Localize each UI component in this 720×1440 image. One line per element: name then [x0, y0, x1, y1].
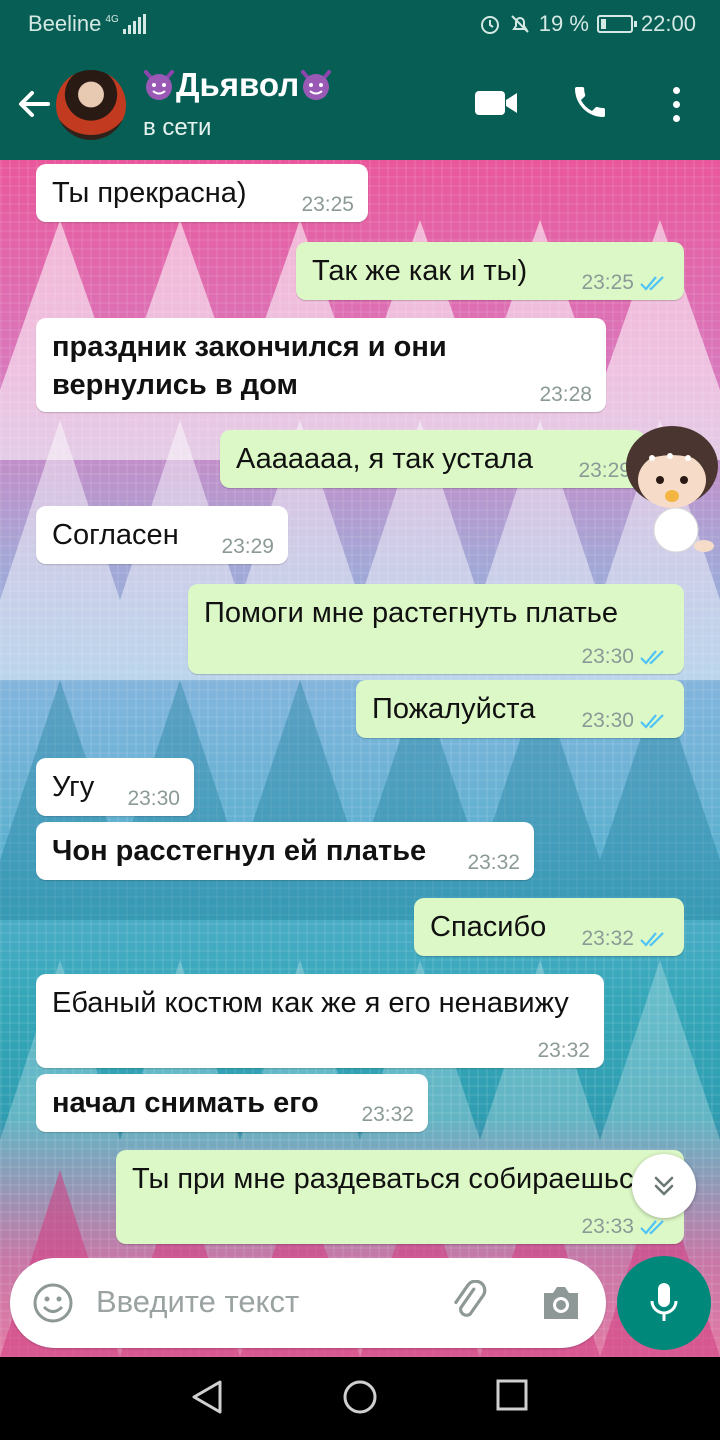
read-receipt-icon [640, 714, 664, 729]
message-time: 23:32 [537, 1039, 590, 1062]
contact-name-row[interactable]: Дьявол [142, 66, 333, 104]
network-type: 4G [105, 14, 119, 25]
message-incoming[interactable]: Ебаный костюм как же я его ненавижу 23:3… [36, 974, 604, 1068]
battery-icon [596, 15, 637, 33]
nav-home-icon[interactable] [342, 1379, 378, 1415]
status-bar: Beeline 4G 19 % 22:00 [0, 0, 720, 48]
contact-status: в сети [143, 114, 212, 141]
message-time: 23:32 [581, 928, 670, 950]
message-time: 23:25 [301, 193, 354, 216]
nav-recents-icon[interactable] [496, 1379, 528, 1411]
more-options-icon[interactable] [664, 84, 688, 124]
read-receipt-icon [640, 1220, 664, 1235]
message-time: 23:30 [581, 646, 670, 668]
carrier-name: Beeline [28, 11, 102, 36]
message-outgoing[interactable]: Пожалуйста 23:30 [356, 680, 684, 738]
message-time: 23:33 [581, 1216, 670, 1238]
mic-icon [650, 1283, 678, 1321]
message-incoming[interactable]: Согласен 23:29 [36, 506, 288, 564]
message-incoming[interactable]: Угу 23:30 [36, 758, 194, 816]
message-time: 23:32 [467, 851, 520, 874]
message-outgoing[interactable]: Так же как и ты) 23:25 [296, 242, 684, 300]
phone-icon[interactable] [570, 82, 610, 122]
message-time: 23:28 [539, 383, 592, 406]
camera-icon[interactable] [540, 1284, 582, 1322]
message-time: 23:32 [361, 1103, 414, 1126]
avatar[interactable] [56, 70, 126, 140]
nav-back-icon[interactable] [190, 1379, 224, 1415]
scroll-to-bottom-button[interactable] [632, 1154, 696, 1218]
double-chevron-down-icon [654, 1176, 674, 1196]
voice-message-button[interactable] [617, 1256, 711, 1350]
message-outgoing[interactable]: Спасибо 23:32 [414, 898, 684, 956]
message-incoming[interactable]: праздник закончился и они вернулись в до… [36, 318, 606, 412]
read-receipt-icon [640, 932, 664, 947]
message-incoming[interactable]: Чон расстегнул ей платье 23:32 [36, 822, 534, 880]
video-call-icon[interactable] [474, 88, 518, 118]
sticker-image[interactable] [622, 418, 720, 558]
battery-percent: 19 % [538, 11, 589, 36]
devil-emoji-icon [301, 70, 332, 100]
message-outgoing[interactable]: Ааааааа, я так устала 23:29 [220, 430, 645, 488]
signal-icon [122, 14, 146, 34]
read-receipt-icon [640, 276, 664, 291]
message-composer[interactable]: Введите текст [10, 1258, 606, 1348]
system-nav-bar [0, 1357, 720, 1440]
chat-area[interactable]: Ты прекрасна) 23:25 Так же как и ты) 23:… [0, 160, 720, 1357]
back-arrow-icon[interactable] [14, 84, 54, 124]
message-time: 23:30 [127, 787, 180, 810]
attach-icon[interactable] [448, 1280, 492, 1324]
message-incoming[interactable]: начал снимать его 23:32 [36, 1074, 428, 1132]
mute-icon [511, 15, 529, 33]
message-time: 23:29 [221, 535, 274, 558]
contact-name: Дьявол [176, 66, 300, 103]
chat-header: Дьявол в сети [0, 48, 720, 160]
devil-emoji-icon [144, 70, 174, 100]
message-outgoing[interactable]: Ты при мне раздеваться собираешься? 23:3… [116, 1150, 684, 1244]
message-incoming[interactable]: Ты прекрасна) 23:25 [36, 164, 368, 222]
message-time: 23:25 [581, 272, 670, 294]
message-outgoing[interactable]: Помоги мне растегнуть платье 23:30 [188, 584, 684, 674]
message-input[interactable]: Введите текст [96, 1284, 299, 1320]
emoji-icon[interactable] [32, 1282, 74, 1324]
message-time: 23:30 [581, 710, 670, 732]
clock: 22:00 [640, 11, 696, 36]
alarm-icon [480, 16, 499, 34]
read-receipt-icon [640, 650, 664, 665]
